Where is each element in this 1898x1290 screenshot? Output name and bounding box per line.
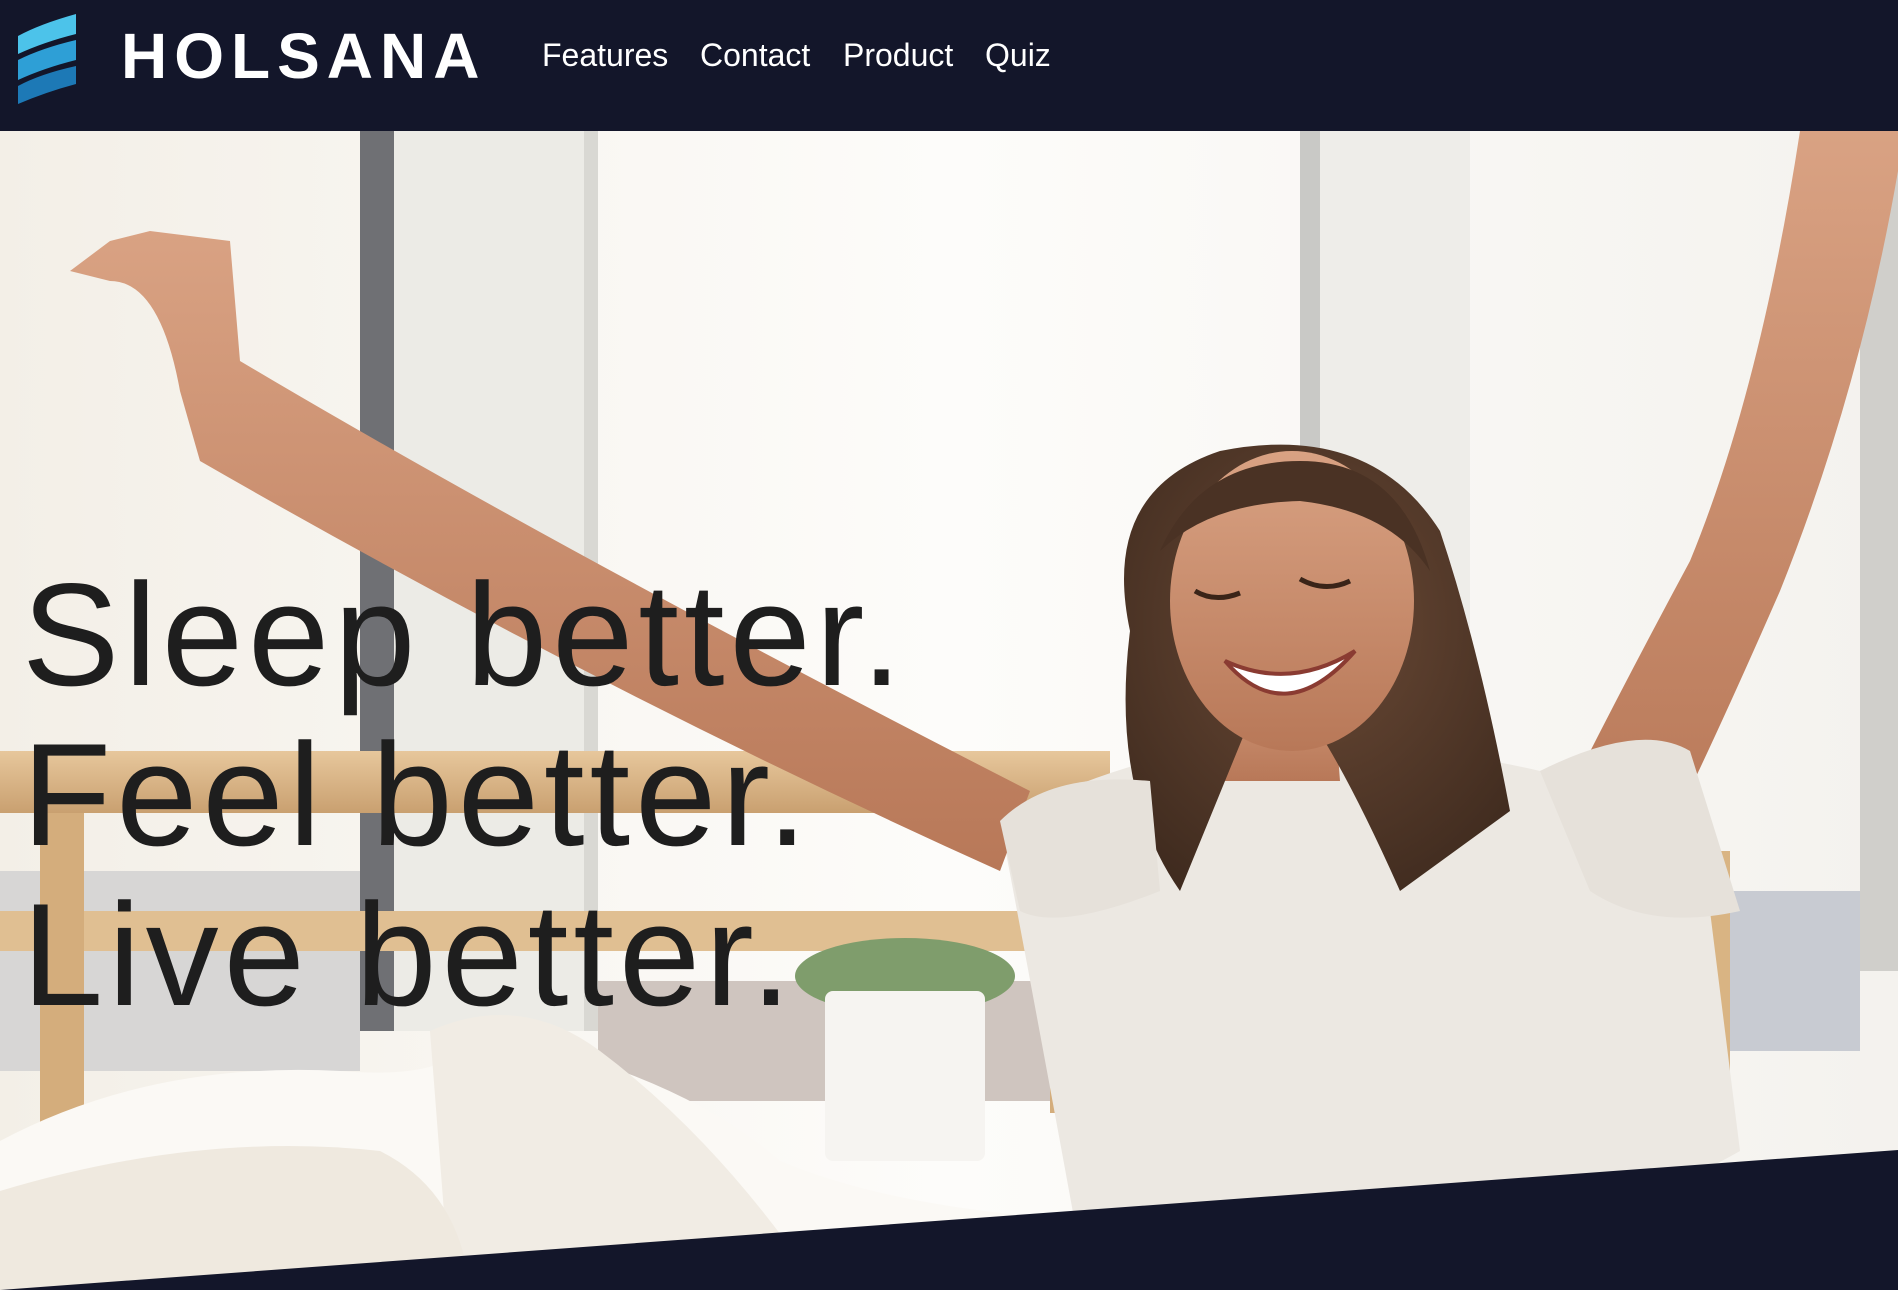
nav-link-contact[interactable]: Contact (700, 35, 810, 75)
wave-stripes-icon[interactable] (10, 6, 80, 106)
hero-line-live: Live better. (22, 872, 797, 1036)
brand-wordmark[interactable]: HOLSANA (121, 18, 486, 94)
nav-link-product[interactable]: Product (843, 35, 953, 75)
hero-section: Sleep better. Feel better. Live better. (0, 131, 1898, 1290)
nav-link-quiz[interactable]: Quiz (985, 35, 1051, 75)
hero-headline: Sleep better. Feel better. Live better. (22, 552, 907, 1036)
top-navbar: HOLSANA Features Contact Product Quiz (0, 0, 1898, 131)
hero-line-sleep: Sleep better. (22, 552, 907, 716)
hero-line-feel: Feel better. (22, 712, 813, 876)
page: HOLSANA Features Contact Product Quiz Sl… (0, 0, 1898, 1290)
nav-link-features[interactable]: Features (542, 35, 668, 75)
